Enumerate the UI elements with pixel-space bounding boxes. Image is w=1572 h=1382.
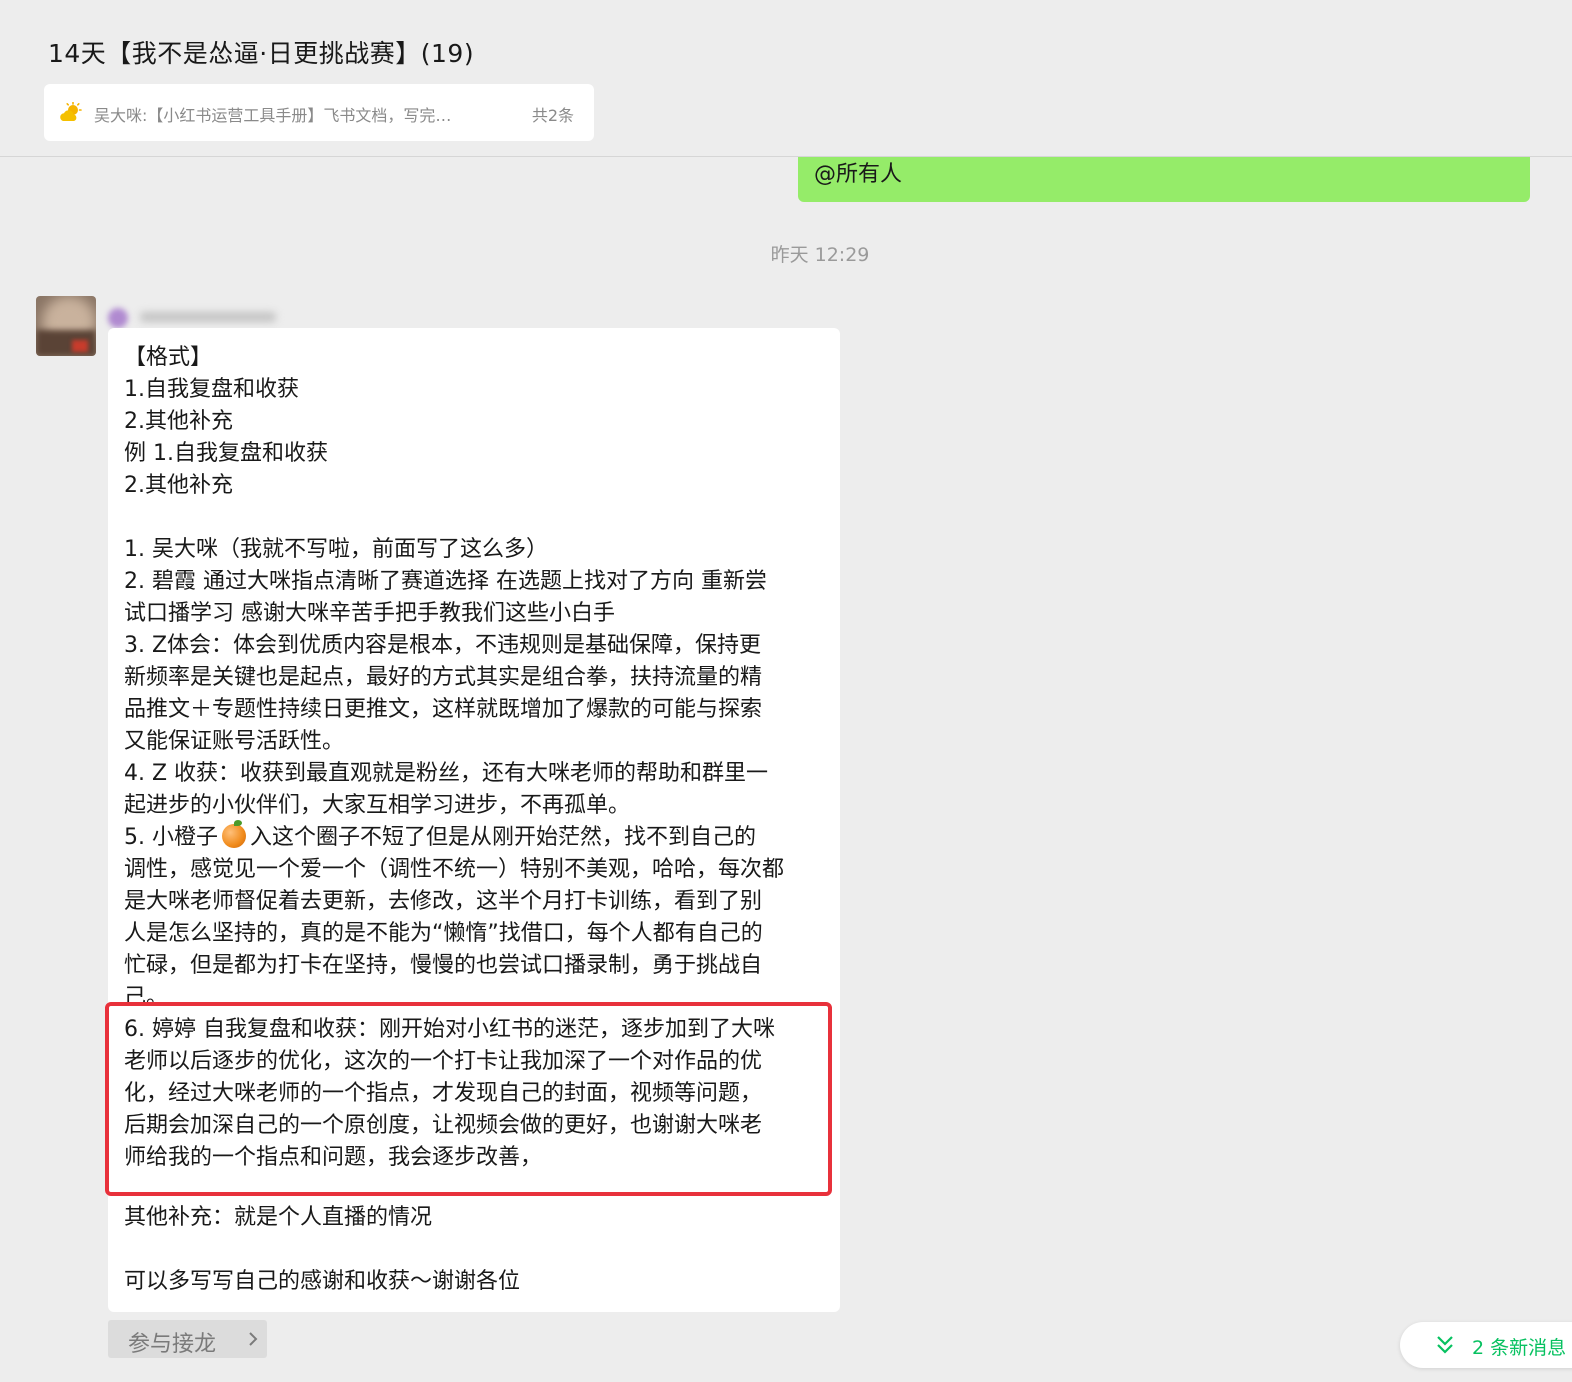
avatar[interactable] (36, 296, 96, 356)
message-line: 2. 碧霞 通过大咪指点清晰了赛道选择 在选题上找对了方向 重新尝 (124, 569, 767, 594)
sun-cloud-icon (60, 102, 82, 121)
message-line: 试口播学习 感谢大咪辛苦手把手教我们这些小白手 (124, 601, 615, 626)
message-line: 2.其他补充 (124, 473, 233, 498)
chat-title[interactable]: 14天【我不是怂逼·日更挑战赛】(19) (48, 34, 474, 70)
pinned-message-text: 吴大咪:【小红书运营工具手册】飞书文档，写完… (94, 106, 452, 125)
message-line: 老师以后逐步的优化，这次的一个打卡让我加深了一个对作品的优 (124, 1049, 763, 1074)
message-line: 调性，感觉见一个爱一个（调性不统一）特别不美观，哈哈，每次都 (124, 857, 785, 882)
message-line: 例 1.自我复盘和收获 (124, 441, 328, 466)
message-line: 其他补充：就是个人直播的情况 (124, 1205, 433, 1230)
message-line: 可以多写写自己的感谢和收获～谢谢各位 (124, 1269, 521, 1294)
message-line: 忙碌，但是都为打卡在坚持，慢慢的也尝试口播录制，勇于挑战自 (124, 953, 763, 978)
pinned-message-bar[interactable]: 吴大咪:【小红书运营工具手册】飞书文档，写完… 共2条 (44, 84, 594, 141)
message-line: 新频率是关键也是起点，最好的方式其实是组合拳，扶持流量的精 (124, 665, 763, 690)
message-line: 5. 小橙子 入这个圈子不短了但是从刚开始茫然，找不到自己的 (124, 820, 756, 854)
message-line: 是大咪老师督促着去更新，去修改，这半个月打卡训练，看到了别 (124, 889, 763, 914)
message-line: 1.自我复盘和收获 (124, 377, 299, 402)
message-line: 己。 (124, 985, 169, 1010)
message-timestamp: 昨天 12:29 (770, 244, 870, 266)
new-messages-label: 2 条新消息 (1472, 1337, 1567, 1359)
message-line: 化，经过大咪老师的一个指点，才发现自己的封面，视频等问题， (124, 1081, 763, 1106)
message-line: 3. Z体会：体会到优质内容是根本，不违规则是基础保障，保持更 (124, 633, 762, 658)
orange-emoji-icon (221, 820, 246, 848)
message-segment: 入这个圈子不短了但是从刚开始茫然，找不到自己的 (249, 825, 756, 850)
message-line: 6. 婷婷 自我复盘和收获：刚开始对小红书的迷茫，逐步加到了大咪 (124, 1017, 775, 1042)
message-line: 人是怎么坚持的，真的是不能为“懒惰”找借口，每个人都有自己的 (124, 921, 763, 946)
join-relay-label: 参与接龙 (128, 1332, 217, 1357)
message-line: 又能保证账号活跃性。 (124, 729, 345, 754)
message-line: 2.其他补充 (124, 409, 233, 434)
double-chevron-down-icon (1437, 1336, 1453, 1354)
message-line: 1. 吴大咪（我就不写啦，前面写了这么多） (124, 537, 548, 562)
new-messages-button[interactable]: 2 条新消息 (1400, 1322, 1572, 1368)
chevron-right-icon (249, 1332, 258, 1346)
message-line: 4. Z 收获：收获到最直观就是粉丝，还有大咪老师的帮助和群里一 (124, 761, 769, 786)
relay-message-bubble[interactable]: 【格式】 1.自我复盘和收获 2.其他补充 例 1.自我复盘和收获 2.其他补充… (108, 328, 840, 1312)
message-line: 师给我的一个指点和问题，我会逐步改善， (124, 1145, 543, 1170)
mention-text: @所有人 (814, 162, 903, 187)
sender-name-blurred (106, 302, 276, 330)
join-relay-button[interactable]: 参与接龙 (108, 1320, 267, 1358)
message-segment: 5. 小橙子 (124, 825, 218, 850)
message-line: 【格式】 (124, 345, 213, 370)
chat-header: 14天【我不是怂逼·日更挑战赛】(19) 吴大咪:【小红书运营工具手册】飞书文档… (0, 0, 1572, 157)
message-line: 起进步的小伙伴们，大家互相学习进步，不再孤单。 (124, 793, 631, 818)
message-line: 后期会加深自己的一个原创度，让视频会做的更好，也谢谢大咪老 (124, 1113, 763, 1138)
pinned-message-count: 共2条 (531, 106, 574, 125)
message-line: 品推文＋专题性持续日更推文，这样就既增加了爆款的可能与探索 (124, 697, 763, 722)
